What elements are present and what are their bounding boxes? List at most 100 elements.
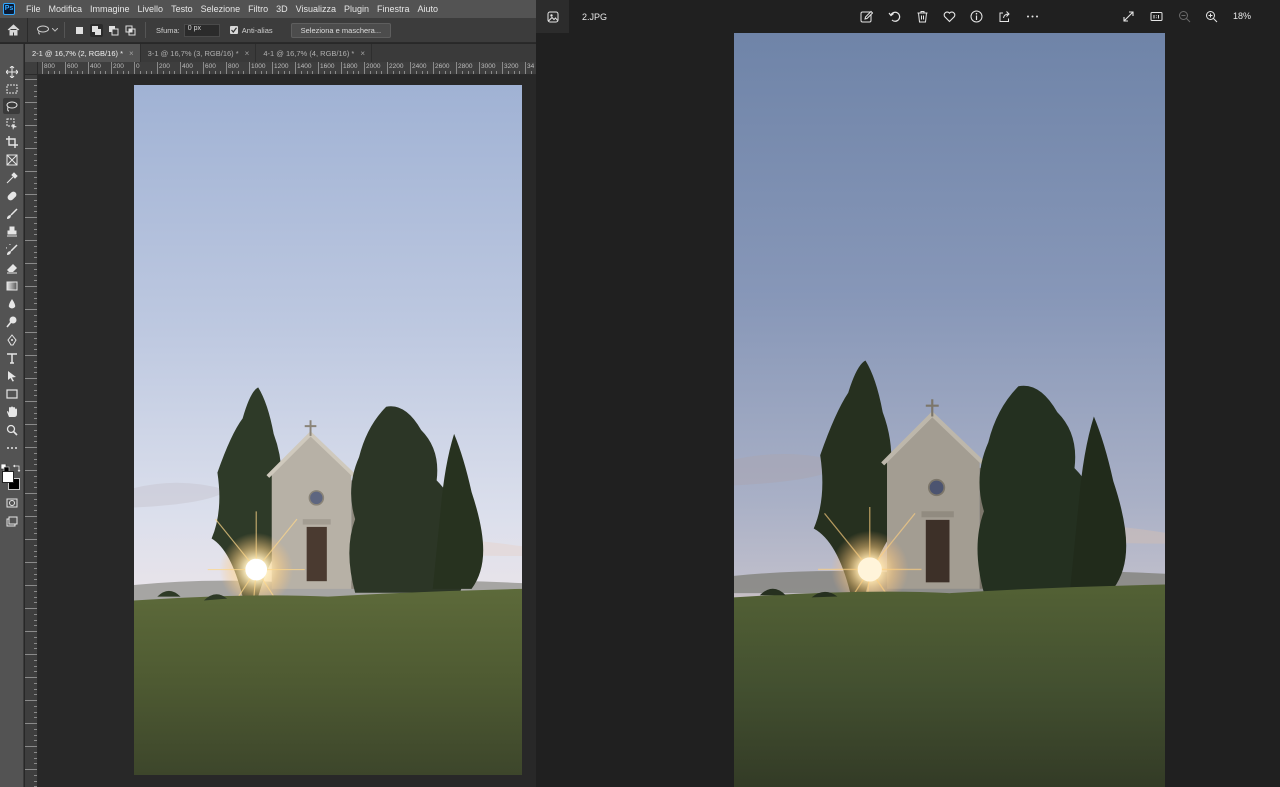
- ruler-minor-tick: [519, 71, 521, 74]
- object-selection-tool-icon[interactable]: [3, 116, 20, 132]
- document-image[interactable]: [134, 85, 522, 775]
- menu-plugin[interactable]: Plugin: [340, 4, 373, 14]
- marquee-tool-icon[interactable]: [3, 81, 20, 97]
- vertical-ruler[interactable]: [25, 75, 38, 787]
- hand-tool-icon[interactable]: [3, 404, 20, 420]
- screen-mode-icon[interactable]: [3, 514, 20, 530]
- close-icon[interactable]: ×: [129, 49, 134, 58]
- menu-visualizza[interactable]: Visualizza: [292, 4, 340, 14]
- ruler-label: 1800: [343, 63, 358, 70]
- ruler-tick: [42, 62, 43, 74]
- ruler-label: 800: [228, 63, 239, 70]
- ruler-minor-tick: [34, 659, 37, 661]
- pen-tool-icon[interactable]: [3, 332, 20, 348]
- actual-size-icon[interactable]: [1149, 9, 1164, 24]
- move-tool-icon[interactable]: [3, 64, 20, 80]
- ruler-minor-tick: [306, 71, 308, 74]
- zoom-level[interactable]: 18%: [1233, 11, 1251, 21]
- document-canvas[interactable]: [38, 76, 536, 787]
- ruler-minor-tick: [34, 527, 37, 529]
- color-swatches[interactable]: [2, 471, 20, 491]
- history-brush-tool-icon[interactable]: [3, 242, 20, 258]
- ruler-minor-tick: [25, 378, 37, 379]
- clone-stamp-tool-icon[interactable]: [3, 224, 20, 240]
- menu-bar: Ps File Modifica Immagine Livello Testo …: [0, 0, 536, 18]
- zoom-in-icon[interactable]: [1204, 9, 1219, 24]
- tab-document-4-1[interactable]: 4-1 @ 16,7% (4, RGB/16) * ×: [256, 44, 373, 62]
- close-icon[interactable]: ×: [360, 49, 365, 58]
- more-icon[interactable]: [1025, 9, 1040, 24]
- menu-filtro[interactable]: Filtro: [244, 4, 272, 14]
- menu-3d[interactable]: 3D: [272, 4, 292, 14]
- healing-brush-tool-icon[interactable]: [3, 188, 20, 204]
- swap-colors-icon[interactable]: [12, 459, 22, 473]
- antialias-checkbox[interactable]: [229, 26, 238, 34]
- frame-tool-icon[interactable]: [3, 152, 20, 168]
- ruler-minor-tick: [34, 550, 37, 552]
- tab-document-3-1[interactable]: 3-1 @ 16,7% (3, RGB/16) * ×: [140, 44, 257, 62]
- gradient-tool-icon[interactable]: [3, 278, 20, 294]
- ruler-minor-tick: [34, 429, 37, 431]
- type-tool-icon[interactable]: [3, 350, 20, 366]
- ruler-minor-tick: [34, 711, 37, 713]
- menu-immagine[interactable]: Immagine: [86, 4, 134, 14]
- blur-tool-icon[interactable]: [3, 296, 20, 312]
- fullscreen-icon[interactable]: [1121, 9, 1136, 24]
- default-colors-icon[interactable]: [0, 459, 11, 473]
- info-icon[interactable]: [969, 9, 984, 24]
- ruler-minor-tick: [25, 677, 37, 678]
- ruler-minor-tick: [34, 176, 37, 178]
- favorite-icon[interactable]: [942, 9, 957, 24]
- ruler-minor-tick: [25, 102, 37, 103]
- feather-input[interactable]: 0 px: [183, 23, 220, 37]
- menu-testo[interactable]: Testo: [167, 4, 197, 14]
- tool-preset-picker[interactable]: [36, 25, 58, 35]
- ruler-label: 2400: [412, 63, 427, 70]
- close-icon[interactable]: ×: [245, 49, 250, 58]
- foreground-color-swatch[interactable]: [2, 471, 14, 483]
- eraser-tool-icon[interactable]: [3, 260, 20, 276]
- brush-tool-icon[interactable]: [3, 206, 20, 222]
- crop-tool-icon[interactable]: [3, 134, 20, 150]
- home-icon[interactable]: [0, 17, 28, 43]
- ruler-minor-tick: [34, 130, 37, 132]
- dodge-tool-icon[interactable]: [3, 314, 20, 330]
- path-selection-tool-icon[interactable]: [3, 368, 20, 384]
- share-icon[interactable]: [997, 9, 1012, 24]
- ruler-minor-tick: [34, 498, 37, 500]
- ruler-minor-tick: [34, 182, 37, 184]
- menu-aiuto[interactable]: Aiuto: [414, 4, 443, 14]
- ruler-minor-tick: [116, 71, 118, 74]
- viewer-image[interactable]: [734, 33, 1165, 787]
- rectangle-tool-icon[interactable]: [3, 386, 20, 402]
- ruler-tick: [387, 62, 388, 74]
- horizontal-ruler[interactable]: 800 600 400 200 0 200 400 600 800 1000 1200 1400 160…: [38, 62, 536, 75]
- more-tools-icon[interactable]: [3, 440, 20, 456]
- edit-image-icon[interactable]: [859, 9, 874, 24]
- zoom-tool-icon[interactable]: [3, 422, 20, 438]
- select-and-mask-button[interactable]: Seleziona e maschera...: [290, 22, 392, 38]
- divider: [64, 22, 65, 38]
- new-selection-button[interactable]: [73, 24, 86, 37]
- ruler-minor-tick: [289, 71, 291, 74]
- ruler-origin[interactable]: [25, 62, 38, 75]
- gallery-button[interactable]: [536, 0, 569, 33]
- ruler-minor-tick: [34, 119, 37, 121]
- tab-document-2-1[interactable]: 2-1 @ 16,7% (2, RGB/16) * ×: [25, 44, 141, 62]
- ruler-minor-tick: [34, 774, 37, 776]
- delete-icon[interactable]: [915, 9, 930, 24]
- menu-modifica[interactable]: Modifica: [45, 4, 87, 14]
- menu-livello[interactable]: Livello: [134, 4, 168, 14]
- subtract-from-selection-button[interactable]: [107, 24, 120, 37]
- menu-file[interactable]: File: [22, 4, 45, 14]
- ruler-tick: [111, 62, 112, 74]
- menu-selezione[interactable]: Selezione: [197, 4, 245, 14]
- rotate-icon[interactable]: [887, 9, 902, 24]
- zoom-out-icon[interactable]: [1177, 9, 1192, 24]
- eyedropper-tool-icon[interactable]: [3, 170, 20, 186]
- menu-finestra[interactable]: Finestra: [373, 4, 414, 14]
- add-to-selection-button[interactable]: [90, 23, 103, 37]
- lasso-tool-icon[interactable]: [3, 98, 20, 114]
- quick-mask-icon[interactable]: [3, 495, 20, 511]
- intersect-selection-button[interactable]: [124, 24, 137, 37]
